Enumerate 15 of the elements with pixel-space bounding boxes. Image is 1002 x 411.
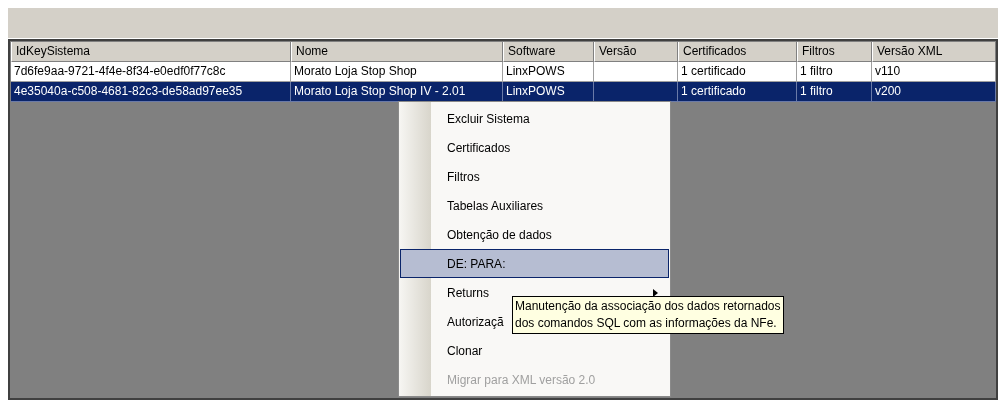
- table-row[interactable]: 4e35040a-c508-4681-82c3-de58ad97ee35 Morato Loja Stop Shop IV - 2.01 LinxPOWS 1 certificado 1 filtro v200: [11, 82, 996, 102]
- menu-item[interactable]: Filtros: [400, 162, 669, 191]
- table-cell: v200: [872, 82, 996, 102]
- menu-item[interactable]: Excluir Sistema: [400, 104, 669, 133]
- menu-item[interactable]: DE: PARA:: [400, 249, 669, 278]
- menu-item[interactable]: Clonar: [400, 336, 669, 365]
- menu-item[interactable]: Obtenção de dados: [400, 220, 669, 249]
- table-row[interactable]: 7d6fe9aa-9721-4f4e-8f34-e0edf0f77c8c Morato Loja Stop Shop LinxPOWS 1 certificado 1 filtro v110: [11, 62, 996, 82]
- tooltip: Manutenção da associação dos dados retornados dos comandos SQL com as informações da NFe.: [512, 296, 784, 334]
- table-cell: 4e35040a-c508-4681-82c3-de58ad97ee35: [11, 82, 291, 102]
- submenu-arrow-icon: [653, 288, 658, 297]
- table-cell: 1 filtro: [797, 82, 872, 102]
- table-cell: 1 certificado: [678, 82, 797, 102]
- menu-item[interactable]: Tabelas Auxiliares: [400, 191, 669, 220]
- menu-item[interactable]: Certificados: [400, 133, 669, 162]
